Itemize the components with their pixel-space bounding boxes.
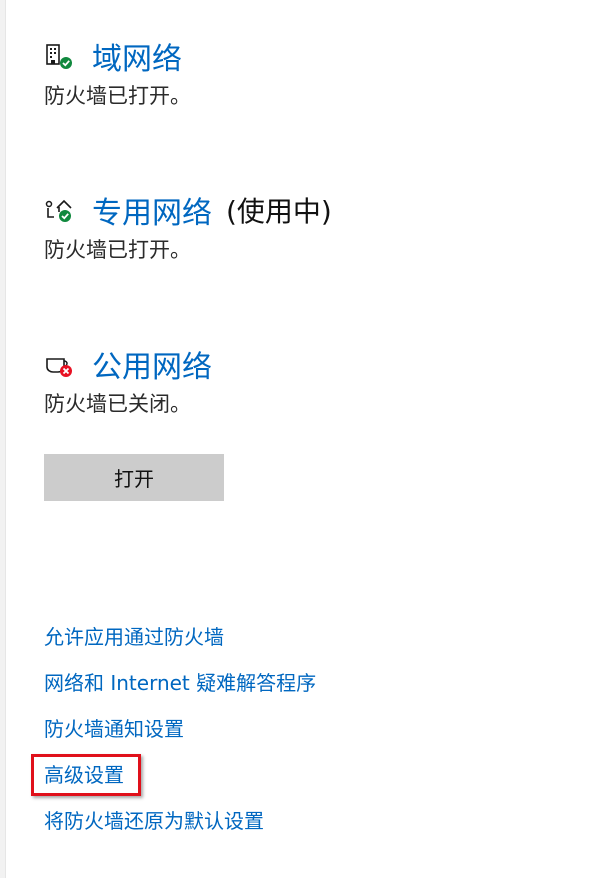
public-network-status: 防火墙已关闭。: [44, 392, 191, 416]
domain-network-icon: [44, 41, 74, 71]
turn-on-button[interactable]: 打开: [44, 454, 224, 501]
private-network-title[interactable]: 专用网络: [92, 188, 212, 232]
link-firewall-notification-settings[interactable]: 防火墙通知设置: [44, 712, 316, 758]
link-restore-firewall-defaults[interactable]: 将防火墙还原为默认设置: [44, 804, 316, 850]
private-network-icon: [44, 195, 74, 225]
link-network-troubleshooter[interactable]: 网络和 Internet 疑难解答程序: [44, 666, 316, 712]
left-pane-edge: [0, 0, 6, 878]
link-advanced-settings[interactable]: 高级设置: [44, 758, 316, 804]
related-links: 允许应用通过防火墙 网络和 Internet 疑难解答程序 防火墙通知设置 高级…: [44, 620, 316, 850]
private-network-in-use-label: (使用中): [226, 195, 332, 228]
private-network-section: 专用网络 (使用中) 防火墙已打开。: [44, 188, 332, 264]
public-network-title[interactable]: 公用网络: [92, 342, 212, 386]
private-network-status: 防火墙已打开。: [44, 238, 191, 262]
public-network-icon: [44, 349, 74, 379]
domain-network-title[interactable]: 域网络: [92, 34, 182, 78]
link-allow-app-through-firewall[interactable]: 允许应用通过防火墙: [44, 620, 316, 666]
public-network-section: 公用网络 防火墙已关闭。: [44, 342, 212, 418]
domain-network-section: 域网络 防火墙已打开。: [44, 34, 191, 110]
domain-network-status: 防火墙已打开。: [44, 84, 191, 108]
